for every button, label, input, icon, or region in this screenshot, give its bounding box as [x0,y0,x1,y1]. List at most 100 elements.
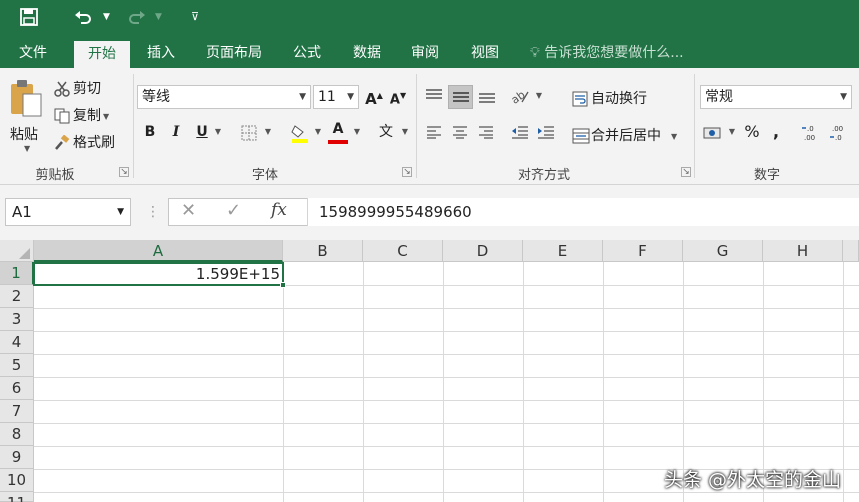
tab-insert[interactable]: 插入 [138,38,184,68]
row-header-4[interactable]: 4 [0,331,34,354]
gridline [843,262,844,502]
borders-button[interactable] [238,121,260,145]
underline-dropdown-icon[interactable]: ▼ [212,121,222,145]
decrease-decimal-icon-button[interactable]: .00.0 [828,121,852,145]
orientation-button[interactable]: ab [508,85,532,109]
number-format-combo[interactable]: 常规 ▼ [700,85,852,109]
orientation-dropdown-icon[interactable]: ▼ [533,85,543,109]
select-all-corner[interactable] [0,240,34,262]
accounting-dropdown-icon[interactable]: ▼ [726,121,736,145]
number-group-label: 数字 [753,168,780,183]
font-size-dropdown-icon[interactable]: ▼ [347,86,354,108]
tab-data[interactable]: 数据 [344,38,390,68]
underline-button[interactable]: U [192,121,212,145]
name-box-dropdown-icon[interactable]: ▼ [117,199,124,225]
merge-dropdown-icon[interactable]: ▼ [671,132,677,141]
worksheet-grid[interactable]: A B C D E F G H 1 2 3 4 5 6 7 8 9 10 11 … [0,240,859,502]
row-header-6[interactable]: 6 [0,377,34,400]
tab-review[interactable]: 审阅 [402,38,448,68]
name-box[interactable]: A1 ▼ [5,198,131,226]
font-size-combo[interactable]: 11 ▼ [313,85,359,109]
column-header-a[interactable]: A [34,240,283,262]
increase-indent-button[interactable] [534,121,558,145]
bold-button[interactable]: B [140,121,160,145]
percent-button[interactable]: % [742,121,762,145]
font-size-value: 11 [318,89,336,105]
font-color-dropdown-icon[interactable]: ▼ [351,121,361,145]
insert-function-icon[interactable]: fx [271,200,287,220]
tab-view[interactable]: 视图 [462,38,508,68]
font-name-dropdown-icon[interactable]: ▼ [299,86,306,108]
clipboard-launcher-icon[interactable]: ↘ [119,167,129,177]
row-header-9[interactable]: 9 [0,446,34,469]
gridline [34,308,859,309]
accounting-format-button[interactable] [701,121,725,145]
phonetic-button[interactable]: 文 [374,121,398,145]
column-header-e[interactable]: E [523,240,603,262]
shrink-font-button[interactable]: A▼ [388,85,408,109]
row-header-8[interactable]: 8 [0,423,34,446]
tab-home[interactable]: 开始 [74,41,130,68]
row-header-1[interactable]: 1 [0,262,34,285]
font-name-combo[interactable]: 等线 ▼ [137,85,311,109]
font-launcher-icon[interactable]: ↘ [402,167,412,177]
paste-button[interactable]: 粘贴 ▼ [6,76,46,156]
enter-icon[interactable]: ✓ [226,200,241,221]
copy-button[interactable]: 复制 ▼ [54,105,109,125]
fill-color-dropdown-icon[interactable]: ▼ [312,121,322,145]
align-top-button[interactable] [422,85,446,109]
italic-button[interactable]: I [166,121,186,145]
comma-button[interactable]: , [768,121,784,145]
save-icon[interactable] [20,8,38,31]
decrease-indent-button[interactable] [508,121,532,145]
align-middle-button[interactable] [448,85,473,109]
undo-dropdown-icon[interactable]: ▼ [103,12,110,22]
undo-icon[interactable] [74,8,92,31]
fill-handle[interactable] [280,282,286,288]
wrap-text-icon [572,91,588,107]
align-center-button[interactable] [448,121,472,145]
row-header-10[interactable]: 10 [0,469,34,492]
increase-decimal-button[interactable]: .0.00 [800,121,824,145]
row-header-2[interactable]: 2 [0,285,34,308]
column-header-c[interactable]: C [363,240,443,262]
column-header-f[interactable]: F [603,240,683,262]
grow-font-button[interactable]: A▲ [364,85,384,109]
phonetic-dropdown-icon[interactable]: ▼ [399,121,409,145]
format-painter-button[interactable]: 格式刷 [54,132,115,152]
fill-color-button[interactable] [289,121,311,145]
copy-dropdown-icon[interactable]: ▼ [103,112,109,121]
tab-file[interactable]: 文件 [10,38,56,68]
align-right-button[interactable] [474,121,498,145]
row-header-7[interactable]: 7 [0,400,34,423]
align-middle-icon [452,92,469,102]
tab-page-layout[interactable]: 页面布局 [196,38,272,68]
wrap-text-button[interactable]: 自动换行 [572,88,647,108]
cancel-icon[interactable]: ✕ [181,200,196,221]
font-color-button[interactable]: A [327,118,349,144]
column-header-g[interactable]: G [683,240,763,262]
column-header-d[interactable]: D [443,240,523,262]
svg-text:.00: .00 [832,125,843,133]
number-format-dropdown-icon[interactable]: ▼ [840,86,847,108]
column-header-partial[interactable] [843,240,859,262]
align-bottom-button[interactable] [475,85,499,109]
formula-input[interactable] [307,198,859,226]
merge-center-label: 合并后居中 [591,128,661,144]
paste-dropdown-icon[interactable]: ▼ [24,144,30,153]
column-header-b[interactable]: B [283,240,363,262]
row-header-5[interactable]: 5 [0,354,34,377]
align-top-icon [426,89,442,99]
formula-bar-grip-icon[interactable]: ⋮ [146,202,160,222]
row-header-3[interactable]: 3 [0,308,34,331]
alignment-launcher-icon[interactable]: ↘ [681,167,691,177]
tell-me-box[interactable]: 💡︎ 告诉我您想要做什么... [530,38,684,68]
cut-button[interactable]: 剪切 [54,78,101,98]
align-left-button[interactable] [422,121,446,145]
merge-center-button[interactable]: 合并后居中 ▼ [572,125,677,145]
row-header-11[interactable]: 11 [0,492,34,502]
tab-formulas[interactable]: 公式 [284,38,330,68]
column-header-h[interactable]: H [763,240,843,262]
customize-icon[interactable]: ⊽ [191,10,199,23]
borders-dropdown-icon[interactable]: ▼ [262,121,272,145]
